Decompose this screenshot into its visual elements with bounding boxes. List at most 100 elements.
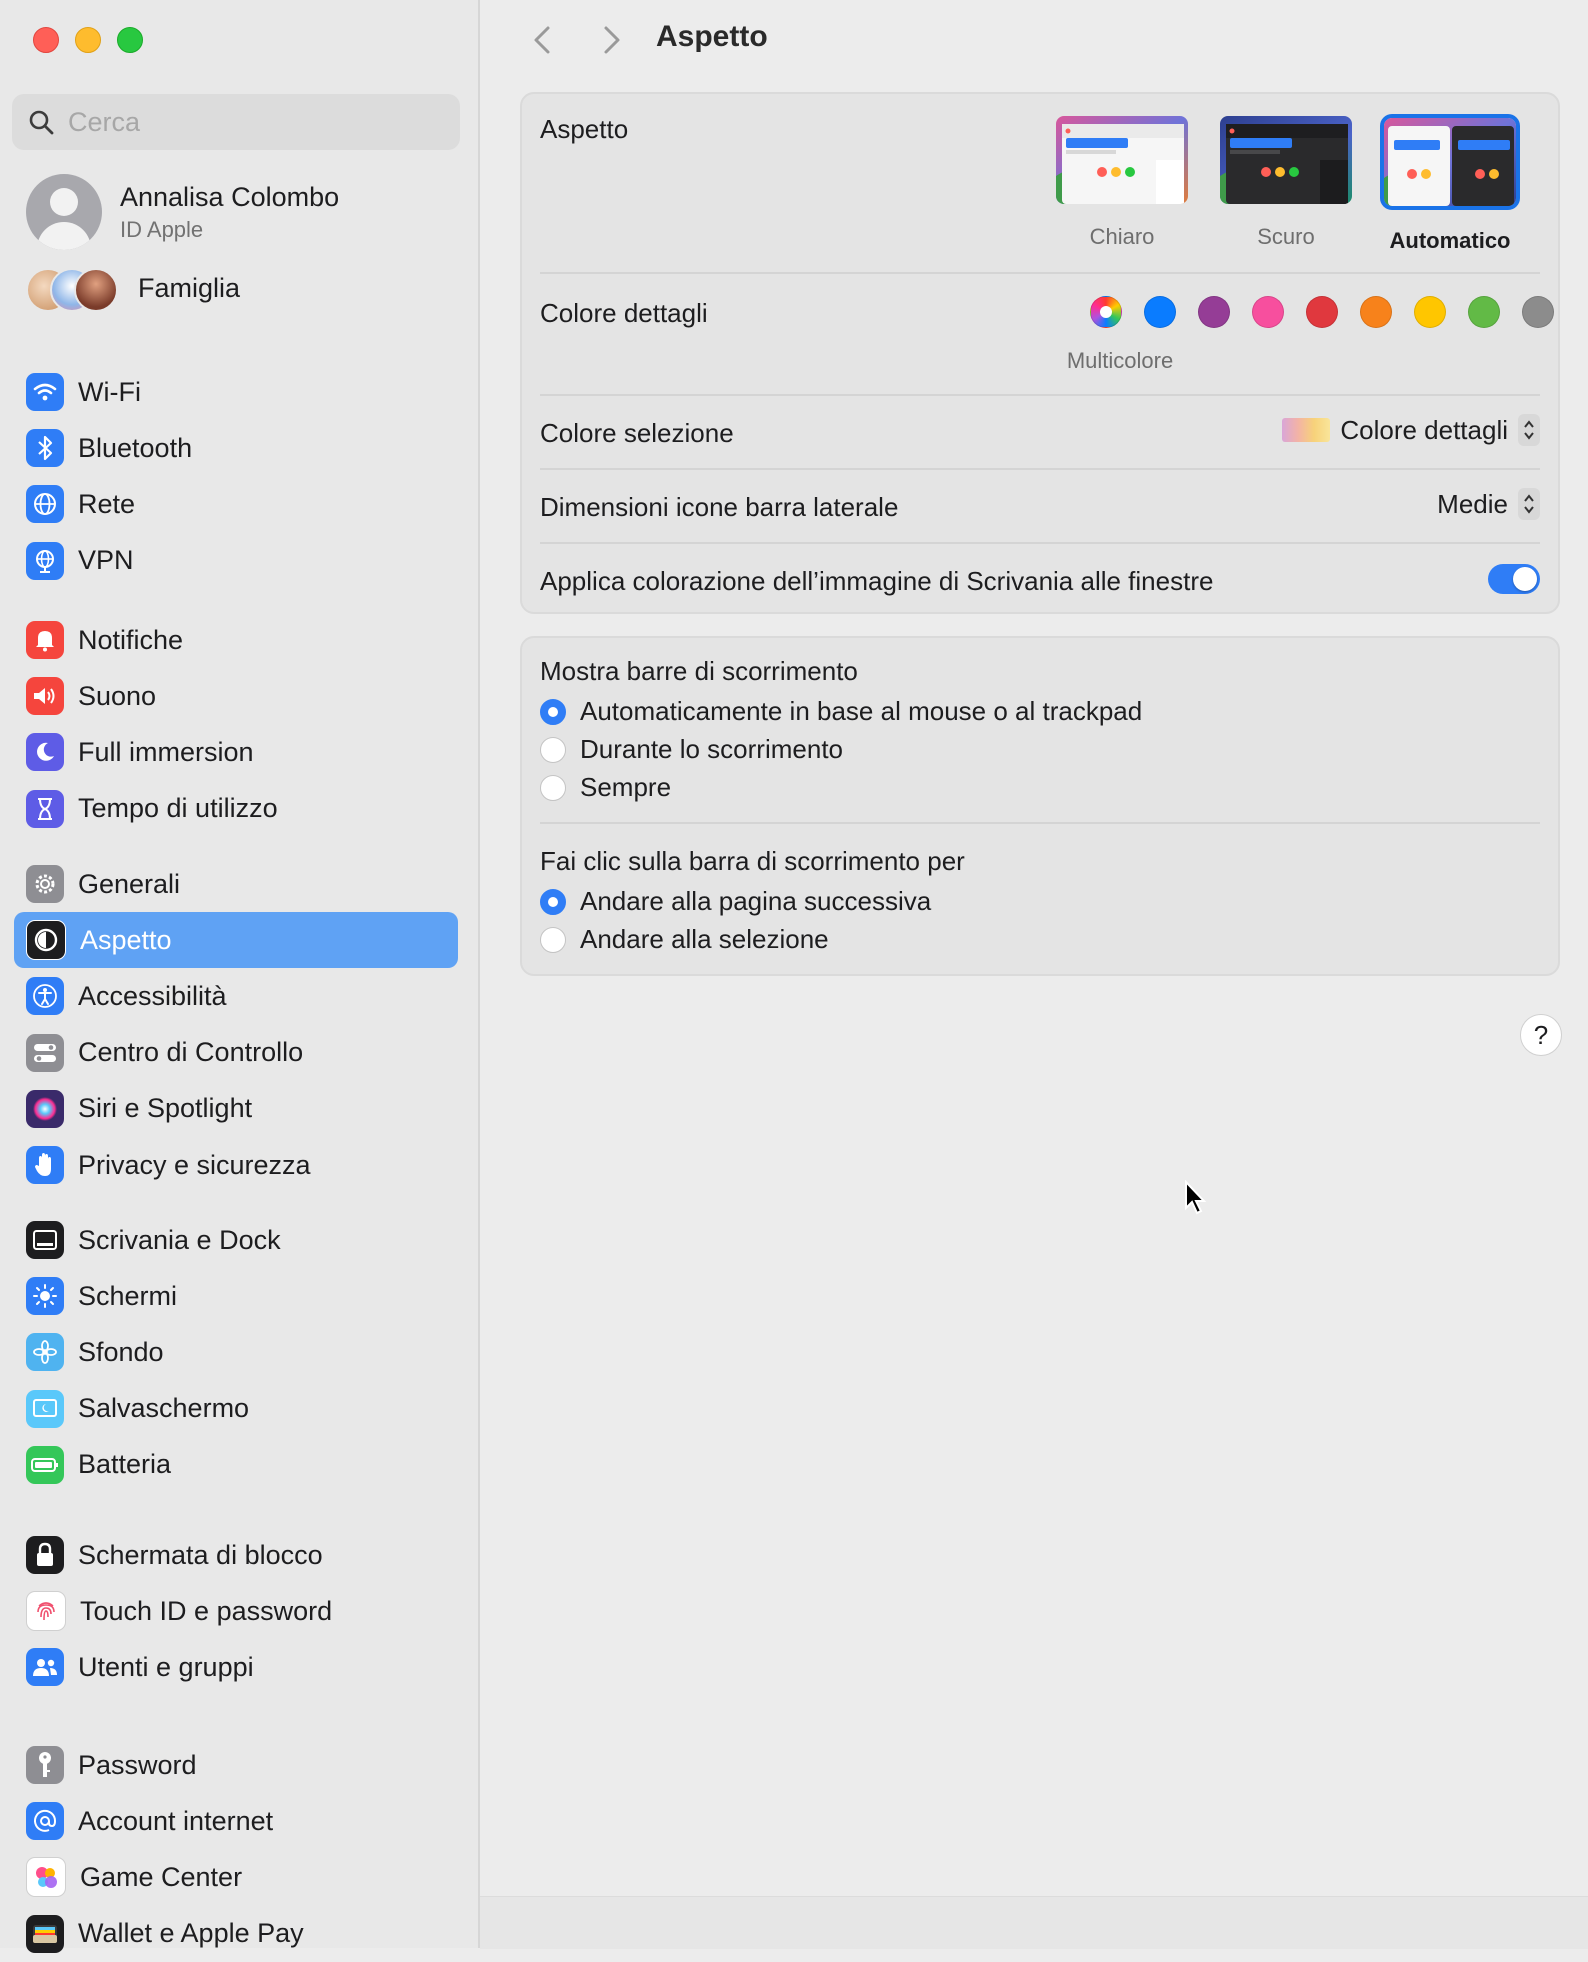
accent-color-swatch[interactable] — [1144, 296, 1176, 328]
forward-button[interactable] — [594, 20, 630, 60]
accessibility-icon — [26, 977, 64, 1016]
sidebar-item-vpn[interactable]: VPN — [14, 533, 458, 589]
sidebar-item-label: Siri e Spotlight — [78, 1093, 253, 1124]
radio-button[interactable] — [540, 888, 566, 915]
sidebar-item-utenti-e-gruppi[interactable]: Utenti e gruppi — [14, 1639, 458, 1695]
search-input[interactable] — [66, 105, 450, 139]
scroll-bars-option-scrolling[interactable]: Durante lo scorrimento — [540, 734, 843, 765]
radio-button[interactable] — [540, 774, 566, 801]
wallpaper-tinting-toggle[interactable] — [1488, 564, 1540, 594]
light-mode-thumbnail — [1054, 114, 1190, 206]
sidebar-item-suono[interactable]: Suono — [14, 668, 458, 724]
sidebar-item-schermi[interactable]: Schermi — [14, 1268, 458, 1324]
account-subtitle: ID Apple — [120, 216, 204, 242]
accent-color-swatch[interactable] — [1468, 296, 1500, 328]
accent-color-swatch[interactable] — [1306, 296, 1338, 328]
scroll-bars-option-auto[interactable]: Automaticamente in base al mouse o al tr… — [540, 696, 1142, 727]
sidebar-item-aspetto[interactable]: Aspetto — [14, 912, 458, 969]
sidebar-item-label: Utenti e gruppi — [78, 1651, 254, 1682]
sidebar-item-rete[interactable]: Rete — [14, 476, 458, 532]
appearance-label: Aspetto — [540, 114, 629, 144]
sidebar-item-siri-e-spotlight[interactable]: Siri e Spotlight — [14, 1081, 458, 1137]
sidebar-item-label: Privacy e sicurezza — [78, 1149, 311, 1180]
appearance-option-dark[interactable]: Scuro — [1216, 114, 1356, 250]
accent-color-swatch[interactable] — [1414, 296, 1446, 328]
sidebar-item-label: Account internet — [78, 1805, 274, 1836]
key-icon — [26, 1746, 64, 1784]
sidebar-item-wallet-e-apple-pay[interactable]: Wallet e Apple Pay — [14, 1906, 458, 1962]
accent-color-swatches — [1090, 296, 1554, 328]
sidebar-item-tempo-di-utilizzo[interactable]: Tempo di utilizzo — [14, 781, 458, 837]
appearance-option-auto[interactable]: Automatico — [1380, 114, 1520, 254]
appearance-option-label: Automatico — [1389, 228, 1511, 253]
control-center-icon — [26, 1033, 64, 1072]
sidebar-item-schermata-di-blocco[interactable]: Schermata di blocco — [14, 1527, 458, 1583]
sidebar-item-full-immersion[interactable]: Full immersion — [14, 724, 458, 780]
click-scroll-option-next-page[interactable]: Andare alla pagina successiva — [540, 886, 931, 917]
appearance-option-label: Chiaro — [1089, 224, 1155, 249]
hand-icon — [26, 1146, 64, 1184]
sidebar-item-centro-di-controllo[interactable]: Centro di Controllo — [14, 1025, 458, 1081]
sidebar-item-label: Salvaschermo — [78, 1393, 250, 1424]
sidebar-item-sfondo[interactable]: Sfondo — [14, 1324, 458, 1380]
minimize-window-button[interactable] — [75, 27, 101, 53]
search-field[interactable] — [12, 94, 460, 150]
radio-button[interactable] — [540, 926, 566, 953]
moon-icon — [26, 733, 64, 772]
sidebar-item-accessibilit[interactable]: Accessibilità — [14, 968, 458, 1024]
sidebar-item-wi-fi[interactable]: Wi-Fi — [14, 364, 458, 420]
sidebar-item-password[interactable]: Password — [14, 1737, 458, 1793]
scroll-bars-option-always[interactable]: Sempre — [540, 772, 671, 803]
accent-color-swatch[interactable] — [1522, 296, 1554, 328]
chevron-updown-icon — [1518, 488, 1540, 520]
zoom-window-button[interactable] — [117, 27, 143, 53]
at-icon — [26, 1802, 64, 1841]
sidebar-item-label: Generali — [78, 868, 181, 899]
accent-color-swatch[interactable] — [1360, 296, 1392, 328]
sidebar-item-batteria[interactable]: Batteria — [14, 1437, 458, 1493]
sidebar-item-privacy-e-sicurezza[interactable]: Privacy e sicurezza — [14, 1137, 458, 1193]
accent-color-swatch[interactable] — [1090, 296, 1122, 328]
sidebar-item-generali[interactable]: Generali — [14, 856, 458, 912]
accent-color-swatch[interactable] — [1198, 296, 1230, 328]
sidebar-item-salvaschermo[interactable]: Salvaschermo — [14, 1381, 458, 1437]
battery-icon — [26, 1445, 64, 1484]
highlight-color-popup[interactable]: Colore dettagli — [1282, 414, 1540, 446]
sidebar-item-label: Centro di Controllo — [78, 1037, 304, 1068]
divider — [540, 272, 1540, 274]
game-center-icon — [26, 1857, 66, 1898]
sidebar-item-label: Tempo di utilizzo — [78, 793, 278, 824]
sidebar-item-bluetooth[interactable]: Bluetooth — [14, 420, 458, 476]
sidebar-item-account-internet[interactable]: Account internet — [14, 1793, 458, 1849]
chevron-left-icon — [534, 26, 550, 54]
dark-mode-thumbnail — [1218, 114, 1354, 206]
scroll-settings-card: Mostra barre di scorrimento Automaticame… — [520, 636, 1560, 976]
sidebar-item-family[interactable]: Famiglia — [26, 268, 240, 312]
sidebar-item-label: Full immersion — [78, 736, 254, 767]
main-pane: Aspetto Aspetto Chiaro Scuro Automatico … — [480, 0, 1588, 1949]
toolbar: Aspetto — [480, 0, 1588, 80]
click-scroll-option-spot[interactable]: Andare alla selezione — [540, 924, 829, 955]
sidebar-item-touch-id-e-password[interactable]: Touch ID e password — [14, 1583, 458, 1639]
sun-icon — [26, 1277, 64, 1316]
sidebar-item-game-center[interactable]: Game Center — [14, 1849, 458, 1905]
accent-color-swatch[interactable] — [1252, 296, 1284, 328]
bluetooth-icon — [26, 429, 64, 468]
sidebar-item-label: Schermi — [78, 1280, 178, 1311]
radio-button[interactable] — [540, 698, 566, 725]
back-button[interactable] — [524, 20, 560, 60]
sidebar-icon-size-popup[interactable]: Medie — [1437, 488, 1540, 520]
close-window-button[interactable] — [33, 27, 59, 53]
radio-button[interactable] — [540, 736, 566, 763]
divider — [540, 394, 1540, 396]
appearance-option-light[interactable]: Chiaro — [1052, 114, 1192, 250]
sidebar-item-label: Touch ID e password — [80, 1595, 333, 1626]
help-button[interactable]: ? — [1520, 1014, 1562, 1056]
mouse-cursor-icon — [1185, 1180, 1207, 1215]
chevron-right-icon — [604, 26, 620, 54]
apple-account[interactable]: Annalisa Colombo ID Apple — [26, 174, 339, 250]
sidebar-item-notifiche[interactable]: Notifiche — [14, 612, 458, 668]
radio-label: Automaticamente in base al mouse o al tr… — [580, 696, 1143, 726]
sidebar-item-scrivania-e-dock[interactable]: Scrivania e Dock — [14, 1212, 458, 1268]
appearance-option-label: Scuro — [1257, 224, 1315, 249]
